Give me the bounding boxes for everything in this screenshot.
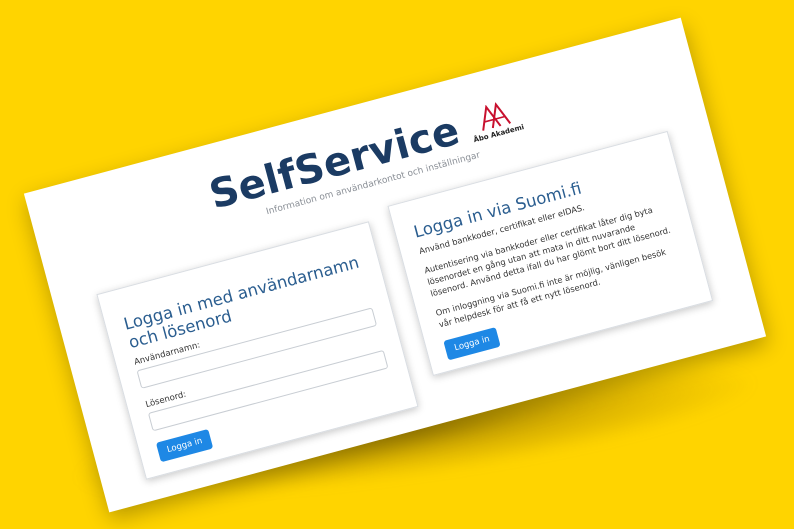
abo-akademi-logo: Åbo Akademi xyxy=(466,96,525,144)
login-button[interactable]: Logga in xyxy=(155,428,214,463)
suomi-login-button[interactable]: Logga in xyxy=(443,327,501,361)
login-form-card: Logga in med användarnamn och lösenord A… xyxy=(96,221,419,480)
